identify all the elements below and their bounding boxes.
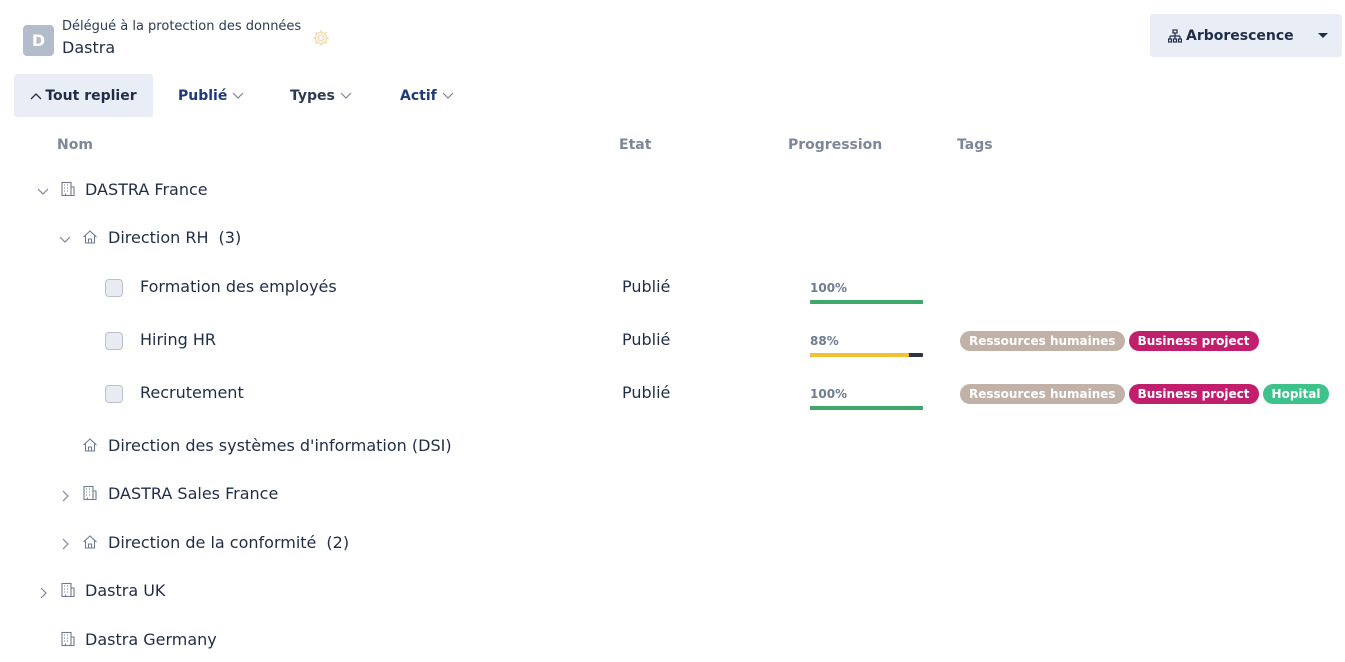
tag-badge[interactable]: Business project bbox=[1128, 331, 1259, 351]
building-icon bbox=[61, 631, 75, 647]
chevron-up-icon bbox=[30, 92, 42, 99]
filter-types-label: Types bbox=[290, 87, 335, 104]
caret-down-icon bbox=[1318, 33, 1328, 38]
treatment-state: Publié bbox=[622, 383, 671, 402]
building-icon bbox=[61, 181, 75, 197]
tree-node-dastra-germany[interactable]: Dastra Germany bbox=[85, 630, 217, 649]
progress-label: 100% bbox=[810, 387, 848, 401]
filter-types[interactable]: Types bbox=[290, 74, 352, 117]
progress-label: 100% bbox=[810, 281, 848, 295]
chevron-down-icon bbox=[442, 92, 454, 99]
node-count: (2) bbox=[326, 533, 350, 552]
organization-name: Dastra bbox=[62, 38, 116, 57]
chevron-right-icon[interactable] bbox=[37, 587, 49, 599]
entity-avatar: D bbox=[23, 25, 54, 56]
column-header-progress[interactable]: Progression bbox=[788, 137, 882, 153]
column-header-name[interactable]: Nom bbox=[57, 137, 93, 153]
chevron-down-icon bbox=[340, 92, 352, 99]
treatment-state: Publié bbox=[622, 330, 671, 349]
tag-badge[interactable]: Hopital bbox=[1262, 384, 1330, 404]
home-icon bbox=[83, 230, 97, 244]
treatment-name[interactable]: Hiring HR bbox=[140, 330, 216, 349]
filter-status[interactable]: Publié bbox=[178, 74, 244, 117]
building-icon bbox=[61, 582, 75, 598]
tree-node-dastra-uk[interactable]: Dastra UK bbox=[85, 581, 165, 600]
collapse-all-label: Tout replier bbox=[45, 87, 137, 104]
progress-label: 88% bbox=[810, 334, 839, 348]
view-mode-label: Arborescence bbox=[1186, 27, 1294, 44]
progress-fill bbox=[810, 300, 923, 304]
chevron-down-icon bbox=[232, 92, 244, 99]
column-header-state[interactable]: Etat bbox=[619, 137, 651, 153]
tree-node-dsi[interactable]: Direction des systèmes d'information (DS… bbox=[108, 436, 452, 455]
node-label: Direction RH bbox=[108, 228, 209, 247]
progress-fill bbox=[810, 406, 923, 410]
row-checkbox[interactable] bbox=[105, 385, 123, 403]
tag-badge[interactable]: Business project bbox=[1128, 384, 1259, 404]
tag-badge[interactable]: Ressources humaines bbox=[960, 384, 1125, 404]
building-icon bbox=[83, 485, 97, 501]
hierarchy-icon bbox=[1168, 28, 1182, 43]
chevron-down-icon[interactable] bbox=[37, 185, 49, 197]
view-mode-dropdown[interactable]: Arborescence bbox=[1150, 14, 1342, 57]
row-checkbox[interactable] bbox=[105, 332, 123, 350]
treatment-name[interactable]: Recrutement bbox=[140, 383, 244, 402]
treatment-state: Publié bbox=[622, 277, 671, 296]
home-icon bbox=[83, 438, 97, 452]
progress-bar bbox=[810, 406, 923, 410]
tree-node-direction-rh[interactable]: Direction RH (3) bbox=[108, 228, 241, 247]
filter-status-label: Publié bbox=[178, 87, 228, 104]
row-checkbox[interactable] bbox=[105, 279, 123, 297]
home-icon bbox=[83, 535, 97, 549]
treatment-name[interactable]: Formation des employés bbox=[140, 277, 337, 296]
filter-active-label: Actif bbox=[400, 87, 437, 104]
tag-list: Ressources humaines Business project Hop… bbox=[960, 384, 1330, 404]
filter-active[interactable]: Actif bbox=[400, 74, 454, 117]
progress-bar bbox=[810, 353, 923, 357]
progress-bar bbox=[810, 300, 923, 304]
chevron-down-icon[interactable] bbox=[59, 233, 71, 245]
tag-list: Ressources humaines Business project bbox=[960, 331, 1259, 351]
collapse-all-button[interactable]: Tout replier bbox=[14, 74, 153, 117]
tag-badge[interactable]: Ressources humaines bbox=[960, 331, 1125, 351]
column-header-tags[interactable]: Tags bbox=[957, 137, 993, 153]
chevron-right-icon[interactable] bbox=[59, 490, 71, 502]
user-role: Délégué à la protection des données bbox=[62, 19, 302, 34]
progress-fill bbox=[810, 353, 910, 357]
tree-node-conformite[interactable]: Direction de la conformité (2) bbox=[108, 533, 349, 552]
node-count: (3) bbox=[218, 228, 242, 247]
tree-node-sales-france[interactable]: DASTRA Sales France bbox=[108, 484, 278, 503]
chevron-right-icon[interactable] bbox=[59, 538, 71, 550]
tree-node-dastra-france[interactable]: DASTRA France bbox=[85, 180, 208, 199]
gear-icon[interactable] bbox=[311, 28, 331, 48]
node-label: Direction de la conformité bbox=[108, 533, 317, 552]
